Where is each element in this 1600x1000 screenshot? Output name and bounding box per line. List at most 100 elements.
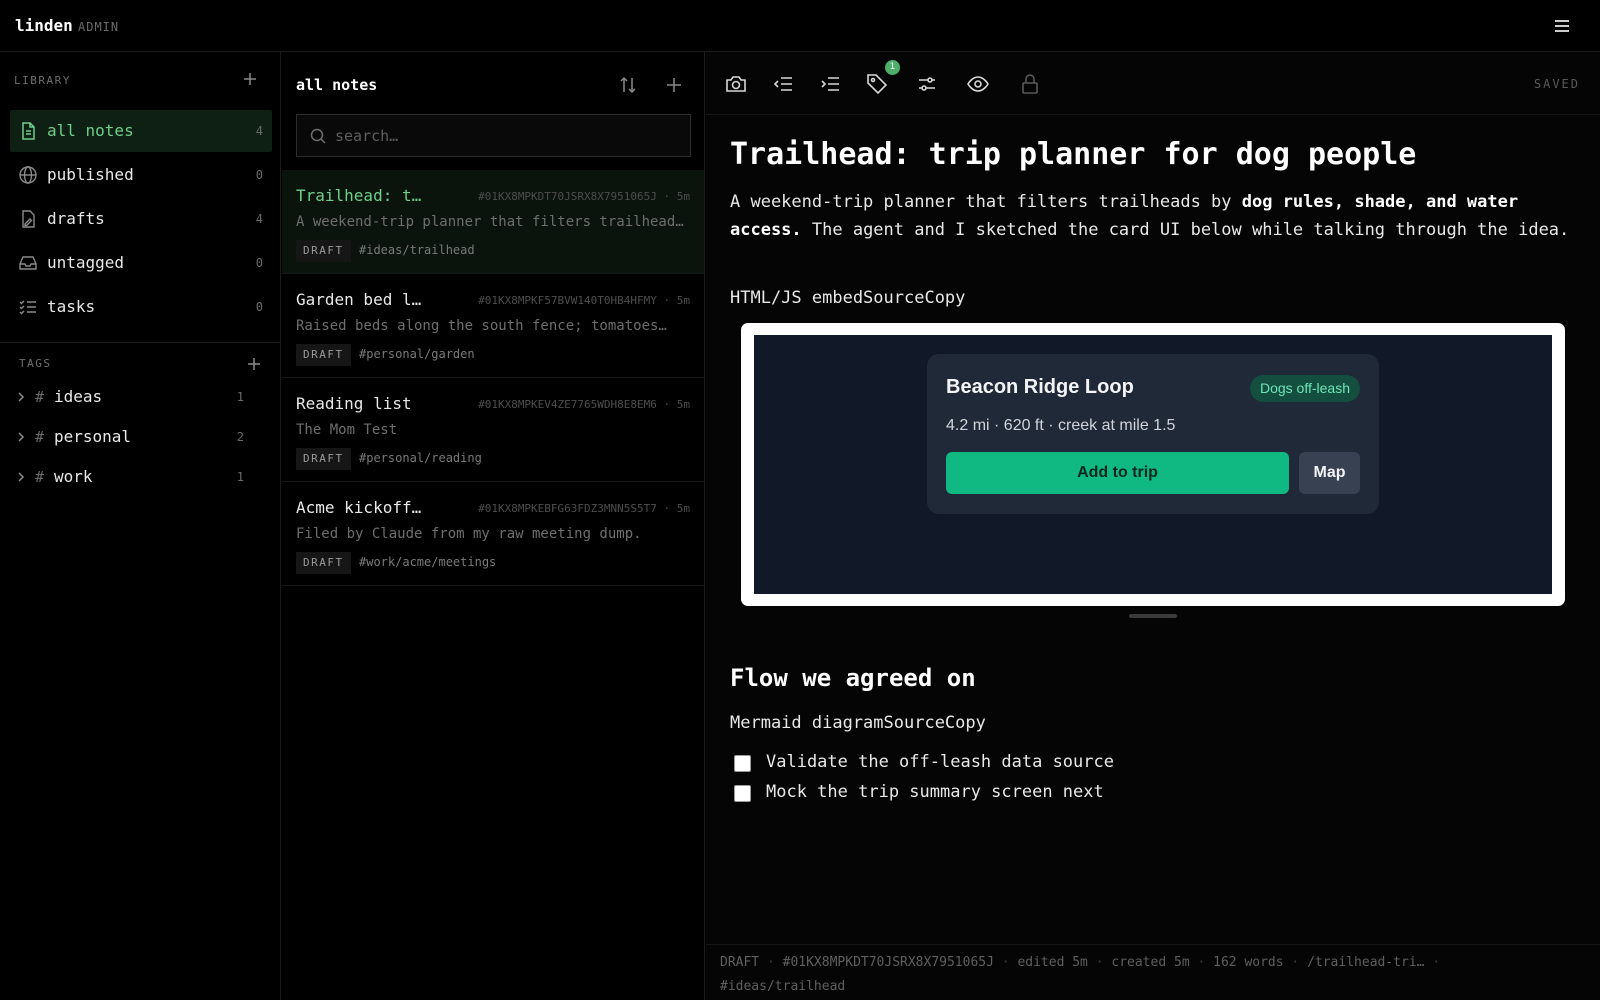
tag-item-work[interactable]: # work 1 (14, 463, 244, 493)
sidebar-item-label: all notes (47, 121, 134, 140)
task-text[interactable]: Mock the trip summary screen next (766, 782, 1104, 802)
paragraph-text: The agent and I sketched the card UI bel… (801, 220, 1570, 240)
footer-words: 162 words (1213, 955, 1284, 970)
html-embed-frame: Beacon Ridge Loop Dogs off-leash 4.2 mi … (741, 323, 1565, 606)
sidebar-divider (0, 342, 281, 343)
note-title: Acme kickoff… (296, 498, 422, 517)
note-list-item[interactable]: Trailhead: t… #01KX8MPKDT70JSRX8X7951065… (282, 170, 704, 274)
note-meta: #01KX8MPKEBFG63FDZ3MNN5S5T7 · 5m (478, 502, 690, 515)
sidebar-item-count: 0 (255, 300, 263, 314)
sidebar-item-untagged[interactable]: untagged 0 (10, 242, 272, 284)
sliders-icon[interactable] (915, 72, 939, 96)
dogs-off-leash-pill: Dogs off-leash (1249, 375, 1360, 402)
notes-panel-title: all notes (296, 76, 378, 94)
footer-slug[interactable]: /trailhead-tri… (1307, 955, 1424, 970)
new-note-button[interactable] (663, 74, 685, 96)
chevron-right-icon[interactable] (14, 470, 28, 484)
tag-item-ideas[interactable]: # ideas 1 (14, 383, 244, 413)
sidebar-item-tasks[interactable]: tasks 0 (10, 286, 272, 328)
note-excerpt: The Mom Test (296, 422, 398, 438)
search-icon (309, 127, 327, 145)
note-list-item[interactable]: Reading list #01KX8MPKEV4ZE7765WDH8E8EM6… (282, 378, 704, 482)
tag-count: 2 (236, 430, 244, 444)
task-checkbox[interactable] (734, 755, 751, 772)
trail-card-meta: 4.2 mi · 620 ft · creek at mile 1.5 (946, 417, 1176, 434)
section-heading[interactable]: Flow we agreed on (730, 664, 976, 692)
status-badge: DRAFT (296, 448, 351, 470)
footer-status: DRAFT (720, 955, 760, 970)
footer-created: created 5m (1111, 955, 1190, 970)
inbox-icon (18, 253, 38, 273)
add-tag-button[interactable] (245, 355, 263, 373)
status-badge: DRAFT (296, 344, 351, 366)
note-list-item[interactable]: Garden bed l… #01KX8MPKF57BVW140T0HB4HFM… (282, 274, 704, 378)
hash-icon: # (35, 428, 45, 446)
sidebar-item-label: published (47, 165, 134, 184)
lock-icon[interactable] (1018, 72, 1042, 96)
note-meta: #01KX8MPKF57BVW140T0HB4HFMY · 5m (478, 294, 690, 307)
sidebar-item-all-notes[interactable]: all notes 4 (10, 110, 272, 152)
trail-card: Beacon Ridge Loop Dogs off-leash 4.2 mi … (927, 354, 1379, 514)
search-input[interactable] (335, 123, 675, 149)
document-icon (18, 121, 38, 141)
note-tag[interactable]: #work/acme/meetings (359, 555, 496, 569)
draft-icon (18, 209, 38, 229)
note-tag[interactable]: #personal/reading (359, 451, 482, 465)
embed-resize-handle[interactable] (1129, 614, 1177, 618)
editor-toolbar: 1 SAVED (706, 52, 1600, 115)
sidebar-item-count: 0 (255, 256, 263, 270)
tag-icon[interactable] (865, 72, 889, 96)
sidebar-item-drafts[interactable]: drafts 4 (10, 198, 272, 240)
embed-preview: Beacon Ridge Loop Dogs off-leash 4.2 mi … (754, 335, 1552, 594)
tag-item-personal[interactable]: # personal 2 (14, 423, 244, 453)
chevron-right-icon[interactable] (14, 430, 28, 444)
status-badge: DRAFT (296, 552, 351, 574)
map-button[interactable]: Map (1299, 452, 1360, 494)
camera-icon[interactable] (724, 72, 748, 96)
document-title[interactable]: Trailhead: trip planner for dog people (730, 137, 1416, 172)
note-excerpt: A weekend-trip planner that filters trai… (296, 214, 684, 230)
app-name[interactable]: linden (15, 16, 73, 35)
tag-count-badge: 1 (885, 60, 900, 75)
add-to-trip-button[interactable]: Add to trip (946, 452, 1289, 494)
sidebar-item-published[interactable]: published 0 (10, 154, 272, 196)
notes-panel: all notes Trailhead: t… #01KX8MPKDT70JSR… (282, 52, 705, 1000)
editor-footer: DRAFT · #01KX8MPKDT70JSRX8X7951065J · ed… (706, 944, 1600, 1000)
tag-count: 1 (236, 390, 244, 404)
outdent-icon[interactable] (771, 72, 795, 96)
note-list-item[interactable]: Acme kickoff… #01KX8MPKEBFG63FDZ3MNN5S5T… (282, 482, 704, 586)
sidebar-item-count: 0 (255, 168, 263, 182)
task-checkbox[interactable] (734, 785, 751, 802)
add-library-button[interactable] (241, 70, 259, 88)
sidebar-item-count: 4 (255, 212, 263, 226)
note-tag[interactable]: #ideas/trailhead (359, 243, 475, 257)
trail-card-title: Beacon Ridge Loop (946, 376, 1134, 398)
footer-tag-line: #ideas/trailhead (720, 979, 845, 994)
indent-icon[interactable] (818, 72, 842, 96)
note-title: Reading list (296, 394, 412, 413)
chevron-right-icon[interactable] (14, 390, 28, 404)
footer-tag[interactable]: #ideas/trailhead (720, 979, 845, 994)
sidebar-item-label: drafts (47, 209, 105, 228)
hamburger-icon[interactable] (1552, 16, 1572, 36)
status-badge: DRAFT (296, 240, 351, 262)
tag-count: 1 (236, 470, 244, 484)
paragraph-text: A weekend-trip planner that filters trai… (730, 192, 1242, 212)
hash-icon: # (35, 388, 45, 406)
note-tag[interactable]: #personal/garden (359, 347, 475, 361)
globe-icon (18, 165, 38, 185)
task-text[interactable]: Validate the off-leash data source (766, 752, 1114, 772)
search-box (296, 114, 691, 157)
app-role: ADMIN (78, 20, 120, 34)
note-title: Trailhead: t… (296, 186, 422, 205)
sidebar-item-count: 4 (255, 124, 263, 138)
sidebar: LIBRARY all notes 4 published 0 drafts 4… (0, 52, 281, 1000)
eye-icon[interactable] (966, 72, 990, 96)
editor-panel: 1 SAVED Trailhead: trip planner for dog … (706, 52, 1600, 1000)
sort-arrows-icon[interactable] (617, 74, 639, 96)
library-label: LIBRARY (14, 74, 71, 87)
sidebar-item-label: untagged (47, 253, 125, 272)
tag-label: ideas (54, 387, 103, 406)
save-status: SAVED (1533, 77, 1580, 91)
document-paragraph[interactable]: A weekend-trip planner that filters trai… (730, 188, 1575, 244)
